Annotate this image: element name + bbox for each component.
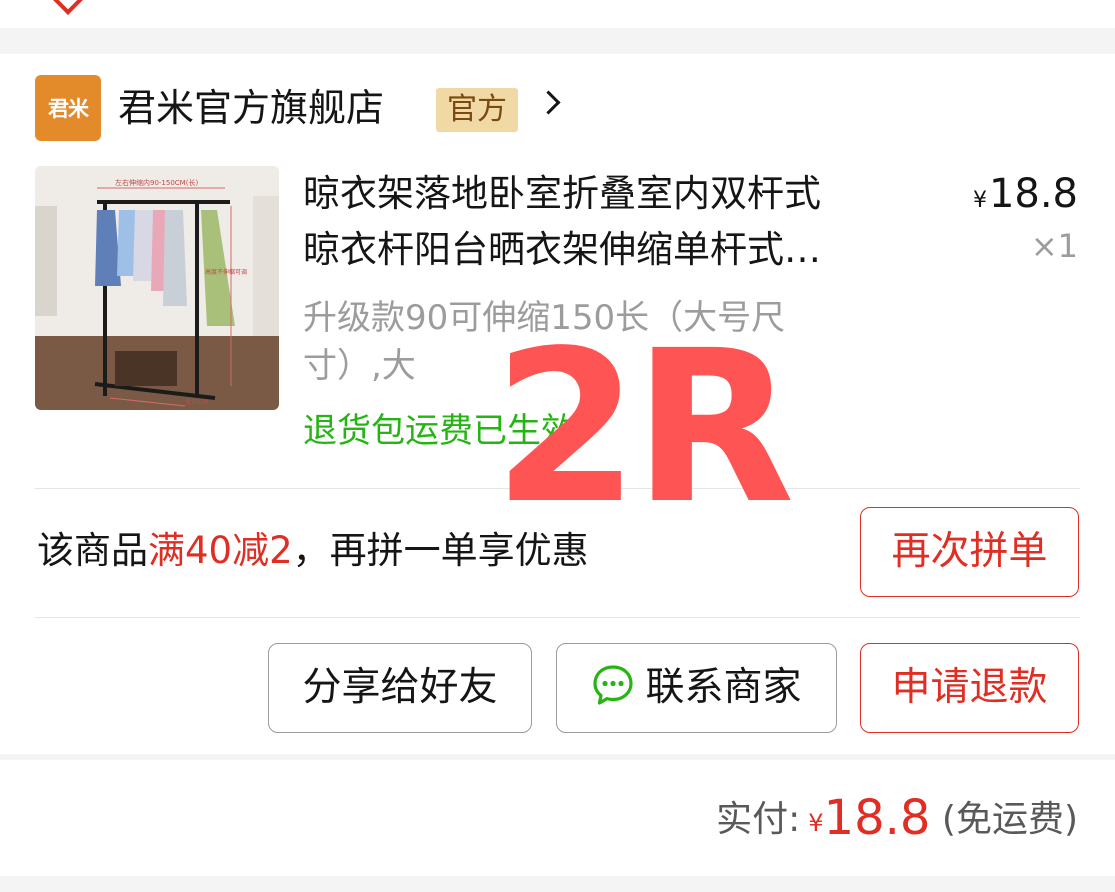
shop-name[interactable]: 君米官方旗舰店 <box>118 82 384 134</box>
goods-price: ¥18.8 <box>973 166 1078 229</box>
goods-title[interactable]: 晾衣架落地卧室折叠室内双杆式 晾衣杆阳台晒衣架伸缩单杆式… <box>303 166 913 278</box>
chat-bubble-icon <box>593 665 634 705</box>
goods-title-line: 晾衣架落地卧室折叠室内双杆式 <box>303 172 821 215</box>
previous-card-edge <box>0 0 1115 28</box>
contact-seller-button[interactable]: 联系商家 <box>556 643 837 733</box>
payment-amount: 18.8 <box>823 790 931 846</box>
share-button[interactable]: 分享给好友 <box>268 643 532 733</box>
payment-line: 实付: ¥18.8 (免运费) <box>716 790 1078 851</box>
group-again-button[interactable]: 再次拼单 <box>860 507 1079 597</box>
payment-label: 实付: <box>716 799 801 840</box>
official-badge: 官方 <box>436 88 518 132</box>
chevron-right-icon[interactable] <box>536 90 561 115</box>
dim-top-label: 左右伸缩内90-150CM(长) <box>115 178 198 187</box>
payment-currency: ¥ <box>808 809 824 837</box>
shipping-note: (免运费) <box>941 799 1078 840</box>
price-value: 18.8 <box>988 171 1078 217</box>
dim-bottom-label: 宽33CM <box>185 398 208 406</box>
payment-summary: 实付: ¥18.8 (免运费) <box>0 760 1115 876</box>
goods-title-line: 晾衣杆阳台晒衣架伸缩单杆式… <box>303 228 821 271</box>
refund-button[interactable]: 申请退款 <box>860 643 1079 733</box>
product-thumbnail[interactable]: 左右伸缩内90-150CM(长) 高度不伸缩可调 宽33CM <box>35 166 279 410</box>
partial-arrow-icon <box>51 0 85 15</box>
promo-highlight: 满40减2 <box>148 529 293 572</box>
clothes-rack-image: 左右伸缩内90-150CM(长) 高度不伸缩可调 宽33CM <box>35 166 279 410</box>
divider <box>35 617 1080 618</box>
currency-symbol: ¥ <box>972 188 987 213</box>
shop-logo[interactable]: 君米 <box>35 75 101 141</box>
promo-prefix: 该商品 <box>37 529 148 572</box>
overlay-label: 2R <box>493 305 795 550</box>
dim-side-label: 高度不伸缩可调 <box>205 268 247 276</box>
goods-quantity: ×1 <box>1030 227 1078 265</box>
contact-seller-label: 联系商家 <box>645 665 802 710</box>
